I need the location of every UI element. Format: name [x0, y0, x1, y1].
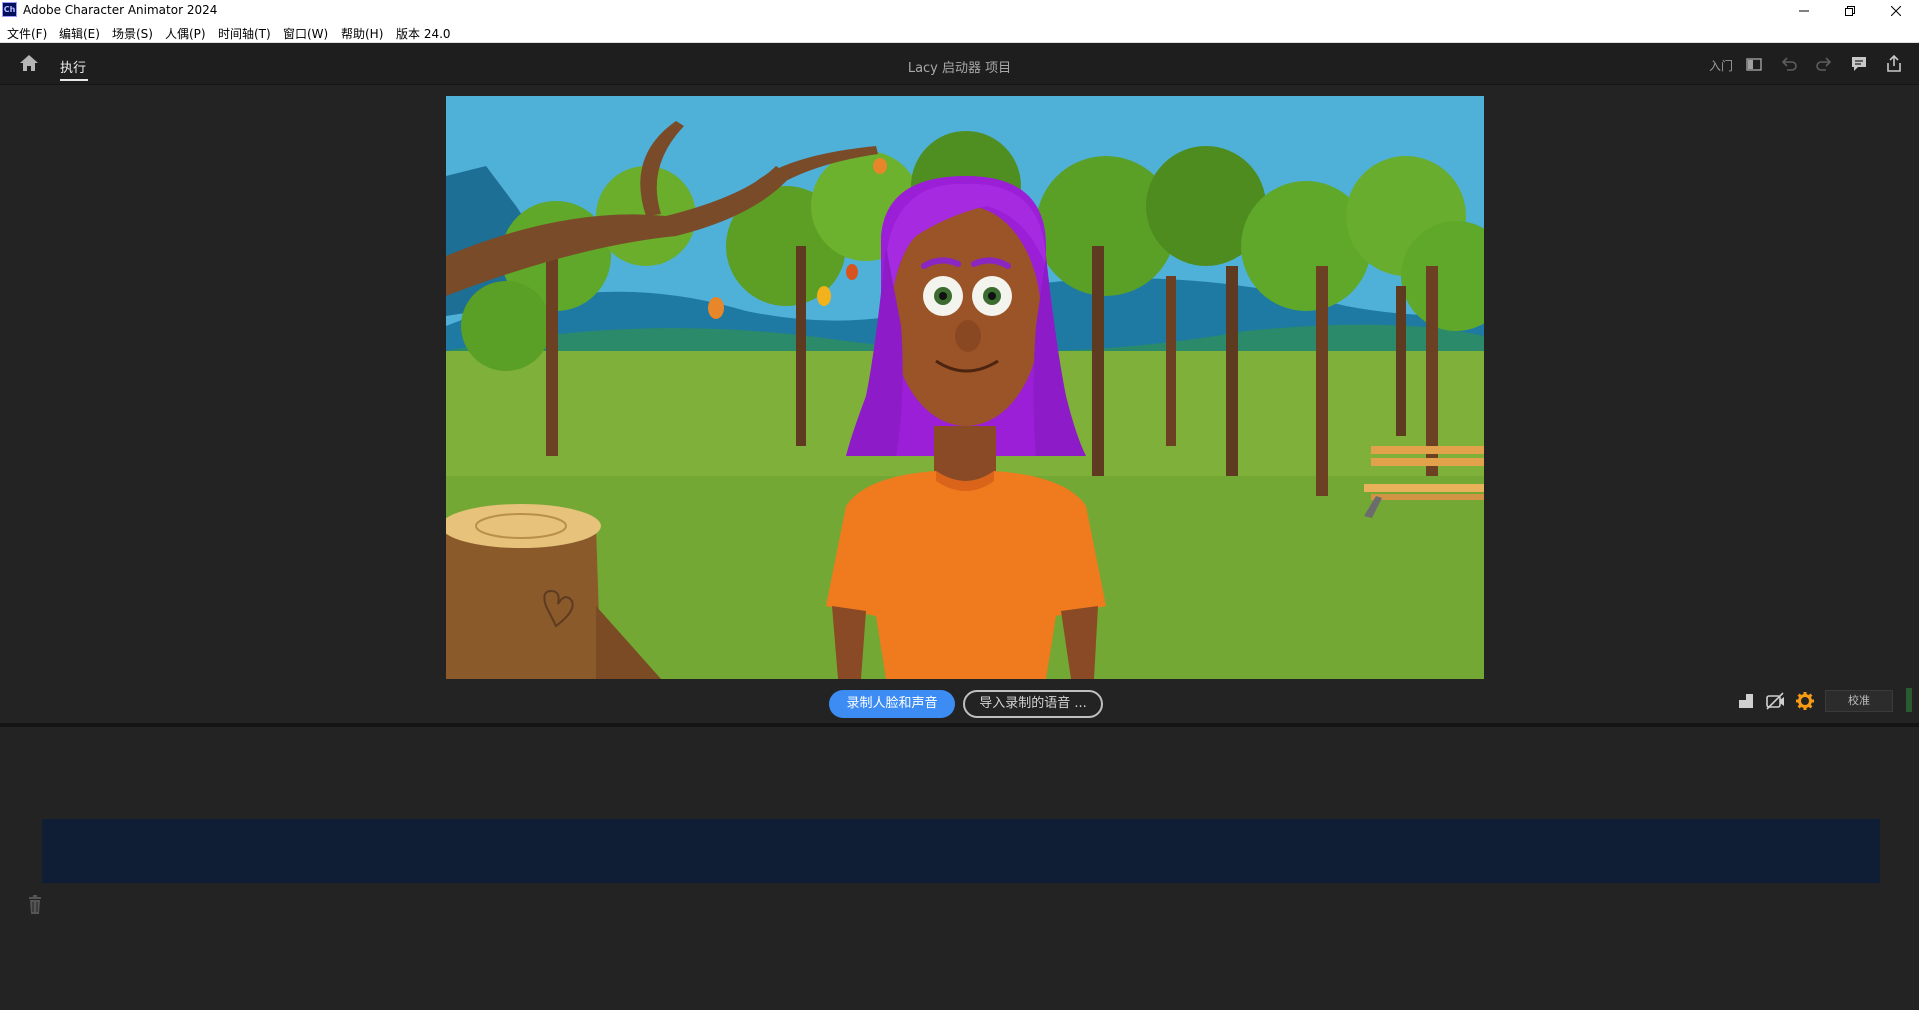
character-scene-illustration	[446, 96, 1484, 679]
menu-window[interactable]: 窗口(W)	[283, 25, 328, 42]
panel-layout-button[interactable]	[1744, 54, 1764, 74]
menu-file[interactable]: 文件(F)	[7, 25, 47, 42]
share-icon	[1887, 54, 1901, 72]
camera-off-button[interactable]	[1764, 690, 1786, 712]
menu-help[interactable]: 帮助(H)	[341, 25, 383, 42]
menu-scene[interactable]: 场景(S)	[112, 25, 153, 42]
puppet-pin-button[interactable]	[1735, 690, 1757, 712]
settings-button[interactable]	[1794, 690, 1816, 712]
calibrate-button[interactable]: 校准	[1825, 690, 1893, 712]
window-title: Adobe Character Animator 2024	[23, 3, 218, 17]
project-title: Lacy 启动器 项目	[907, 61, 1012, 76]
delete-take-button[interactable]	[26, 895, 44, 915]
active-tab-indicator	[60, 79, 88, 81]
panel-layout-icon	[1746, 58, 1762, 71]
redo-button[interactable]	[1814, 54, 1834, 74]
camera-off-icon	[1766, 692, 1784, 710]
record-face-and-voice-button[interactable]: 录制人脸和声音	[829, 690, 955, 718]
minimize-icon	[1799, 10, 1809, 11]
app-header: 执行 Lacy 启动器 项目 入门	[0, 43, 1919, 85]
menu-version[interactable]: 版本 24.0	[396, 25, 451, 42]
undo-icon	[1781, 57, 1797, 71]
redo-icon	[1816, 57, 1832, 71]
restore-icon	[1845, 5, 1855, 16]
menu-timeline[interactable]: 时间轴(T)	[218, 25, 271, 42]
feedback-button[interactable]	[1849, 54, 1869, 74]
menu-puppet[interactable]: 人偶(P)	[165, 25, 206, 42]
menu-bar: 文件(F) 编辑(E) 场景(S) 人偶(P) 时间轴(T) 窗口(W) 帮助(…	[0, 21, 1919, 43]
timeline-track[interactable]	[42, 819, 1880, 883]
import-recorded-audio-button[interactable]: 导入录制的语音 ...	[963, 690, 1103, 718]
undo-button[interactable]	[1779, 54, 1799, 74]
minimize-button[interactable]	[1781, 0, 1827, 21]
app-logo-icon: Ch	[2, 2, 17, 17]
close-button[interactable]	[1873, 0, 1919, 21]
intro-link[interactable]: 入门	[1709, 57, 1733, 74]
audio-level-meter	[1906, 688, 1912, 712]
trash-icon	[29, 895, 41, 914]
puppet-pin-icon	[1739, 694, 1753, 708]
close-icon	[1891, 5, 1901, 16]
feedback-icon	[1852, 57, 1866, 71]
menu-edit[interactable]: 编辑(E)	[59, 25, 100, 42]
scene-viewport[interactable]	[446, 96, 1484, 679]
window-titlebar: Ch Adobe Character Animator 2024	[0, 0, 1919, 21]
settings-gear-icon	[1796, 692, 1814, 710]
restore-button[interactable]	[1827, 0, 1873, 21]
share-button[interactable]	[1884, 54, 1904, 74]
